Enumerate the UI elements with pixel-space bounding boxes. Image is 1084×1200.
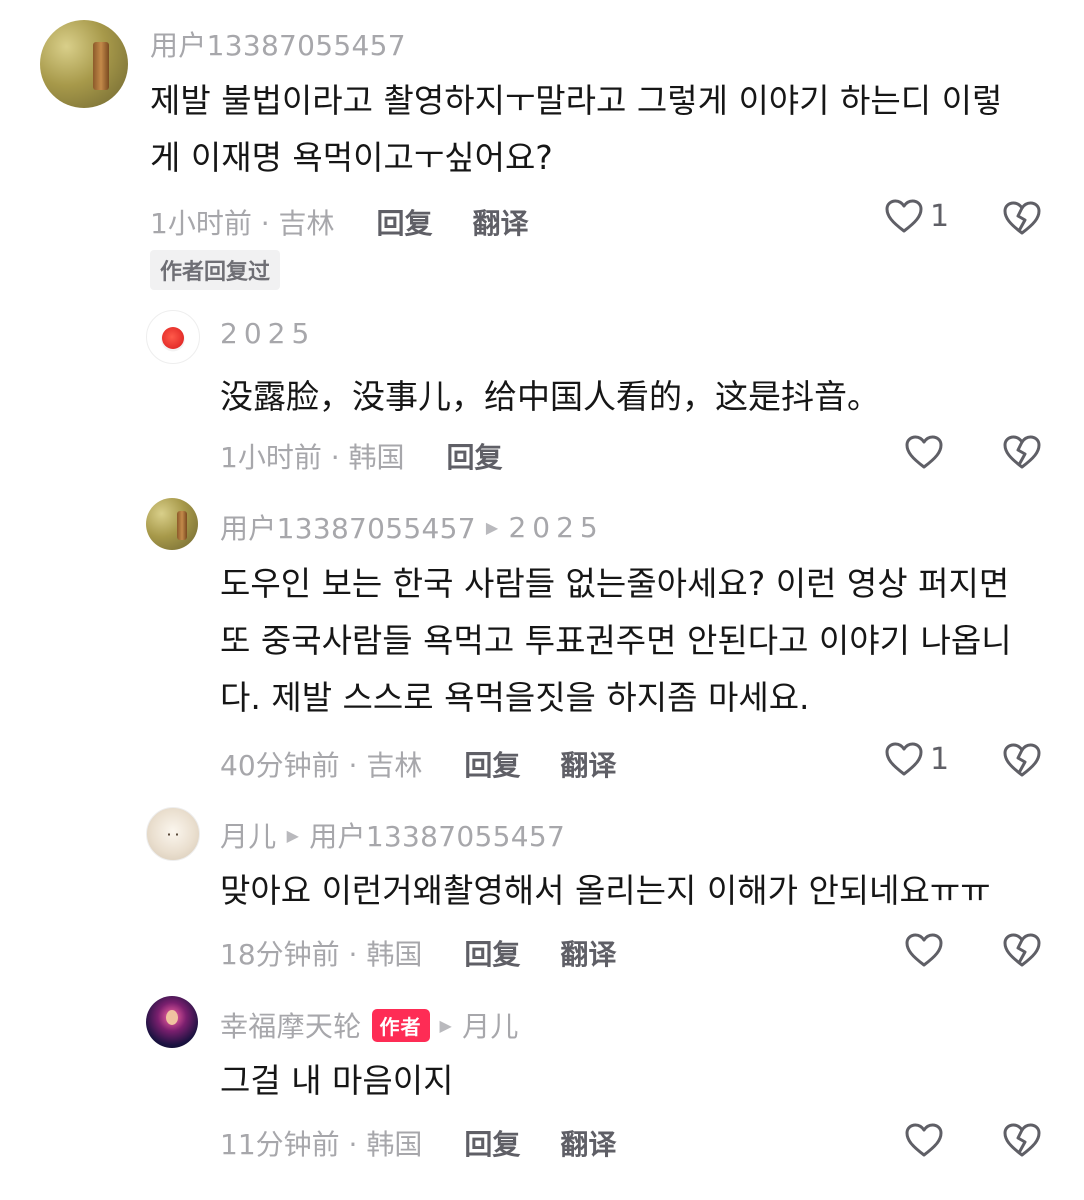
- translate-button[interactable]: 翻译: [560, 933, 616, 973]
- avatar[interactable]: [146, 807, 200, 861]
- author-replied-badge: 作者回复过: [150, 250, 281, 290]
- reply-meta: 18分钟前 · 韩国 回复 翻译: [220, 933, 616, 973]
- reply-button[interactable]: 回复: [377, 202, 433, 242]
- heart-outline-icon[interactable]: [884, 741, 924, 777]
- reply-text: 그걸 내 마음이지: [220, 1061, 454, 1100]
- broken-heart-icon[interactable]: [1002, 741, 1042, 779]
- broken-heart-icon[interactable]: [1002, 1121, 1042, 1159]
- reply-username[interactable]: 2025: [220, 317, 315, 350]
- comment-meta: 1小时前 · 吉林 回复 翻译: [150, 202, 529, 242]
- username-text[interactable]: 用户13387055457: [150, 24, 406, 64]
- reply-to-username[interactable]: 用户13387055457: [309, 815, 565, 855]
- reply-button[interactable]: 回复: [464, 1123, 520, 1163]
- reply-button[interactable]: 回复: [464, 933, 520, 973]
- username-text[interactable]: 月儿: [220, 815, 277, 855]
- comment-text: 제발 불법이라고 촬영하지ㅜ말라고 그렇게 이야기 하는디 이렇 게 이재명 욕…: [150, 81, 1003, 177]
- like-control[interactable]: 1: [884, 741, 949, 777]
- time-location: 11分钟前 · 韩国: [220, 1128, 423, 1161]
- like-count: 1: [930, 198, 950, 234]
- reply-username[interactable]: 月儿 ▶ 用户13387055457: [220, 815, 565, 855]
- heart-outline-icon[interactable]: [904, 1122, 944, 1158]
- comment-username[interactable]: 用户13387055457: [150, 24, 406, 64]
- reply-meta: 40分钟前 · 吉林 回复 翻译: [220, 744, 616, 784]
- play-triangle-icon: ▶: [439, 1015, 453, 1035]
- play-triangle-icon: ▶: [286, 825, 300, 845]
- username-text[interactable]: 2025: [220, 317, 315, 350]
- avatar[interactable]: [146, 996, 198, 1048]
- translate-button[interactable]: 翻译: [560, 1123, 616, 1163]
- time-location: 18分钟前 · 韩国: [220, 938, 423, 971]
- play-triangle-icon: ▶: [485, 517, 499, 537]
- time-location: 1小时前 · 吉林: [150, 207, 335, 240]
- avatar[interactable]: [40, 20, 128, 108]
- heart-outline-icon[interactable]: [904, 434, 944, 470]
- reply-username[interactable]: 用户13387055457 ▶ 2025: [220, 507, 604, 547]
- broken-heart-icon[interactable]: [1002, 199, 1042, 237]
- time-location: 1小时前 · 韩国: [220, 441, 405, 474]
- like-count: 1: [930, 741, 950, 777]
- broken-heart-icon[interactable]: [1002, 931, 1042, 969]
- like-control[interactable]: 1: [884, 198, 949, 234]
- reply-meta: 1小时前 · 韩国 回复: [220, 436, 503, 476]
- author-badge: 作者: [371, 1008, 430, 1042]
- reply-to-username[interactable]: 月儿: [462, 1005, 519, 1045]
- username-text[interactable]: 幸福摩天轮: [220, 1005, 362, 1045]
- heart-outline-icon[interactable]: [904, 932, 944, 968]
- reply-text: 没露脸，没事儿，给中国人看的，这是抖音。: [220, 377, 880, 416]
- avatar[interactable]: [146, 498, 198, 550]
- username-text[interactable]: 用户13387055457: [220, 507, 476, 547]
- reply-button[interactable]: 回复: [464, 744, 520, 784]
- reply-text: 도우인 보는 한국 사람들 없는줄아세요? 이런 영상 퍼지면 또 중국사람들 …: [220, 564, 1012, 717]
- translate-button[interactable]: 翻译: [560, 744, 616, 784]
- avatar[interactable]: [146, 310, 200, 364]
- reply-username[interactable]: 幸福摩天轮 作者 ▶ 月儿: [220, 1005, 519, 1045]
- reply-to-username[interactable]: 2025: [508, 511, 603, 544]
- heart-outline-icon[interactable]: [884, 198, 924, 234]
- time-location: 40分钟前 · 吉林: [220, 749, 423, 782]
- translate-button[interactable]: 翻译: [473, 202, 529, 242]
- reply-button[interactable]: 回复: [447, 436, 503, 476]
- broken-heart-icon[interactable]: [1002, 433, 1042, 471]
- reply-text: 맞아요 이런거왜촬영해서 올리는지 이해가 안되네요ㅠㅠ: [220, 871, 991, 910]
- reply-meta: 11分钟前 · 韩国 回复 翻译: [220, 1123, 616, 1163]
